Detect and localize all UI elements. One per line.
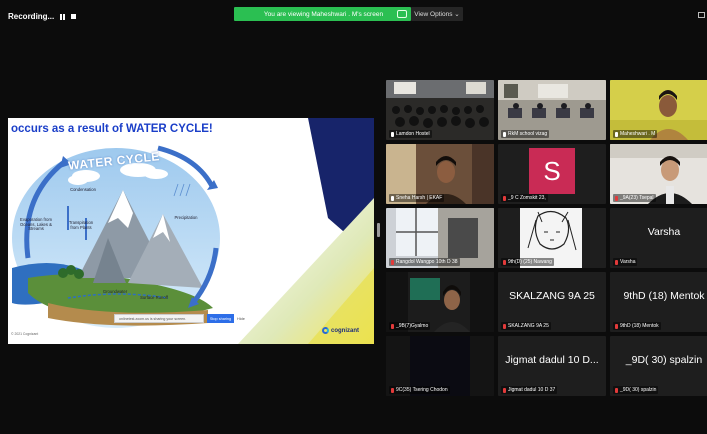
screen-share-banner: You are viewing Maheshwari . M's screen [234,7,411,21]
view-options-label: View Options ⌄ [414,11,460,18]
share-bar-text: onlinetest.zoom.us is sharing your scree… [119,316,187,321]
muted-microphone-icon [503,195,506,201]
muted-microphone-icon [615,387,618,393]
participant-avatar: S [529,148,575,194]
shared-screen-slide: occurs as a result of WATER CYCLE! WATER… [8,118,374,344]
muted-microphone-icon [615,259,618,265]
participant-name: 9th(D) (25) Nawang [501,258,554,266]
label-condensation: Condensation [70,187,96,192]
participant-name: Maheshwari . M [613,130,658,138]
participant-name: Rangdol Wangpo 10th D 38 [389,258,460,266]
participant-name: Jigmat dadul 10 D 37 [501,386,558,394]
participant-name: _9A(23) Tsepal [613,194,656,202]
label-groundwater: Groundwater [102,289,128,294]
hide-label: Hide [237,316,245,321]
recording-indicator[interactable]: Recording... [8,12,77,21]
participant-tile[interactable]: _9B(7)Gyalmo [386,272,494,332]
participant-name: Lamdon Hostel [389,130,432,138]
pause-recording-icon[interactable] [60,13,66,20]
participant-tile[interactable]: SKALZANG 9A 25 SKALZANG 9A 25 [498,272,606,332]
participant-tile[interactable]: _9D( 30) spalzin _9D( 30) spalzin [610,336,707,396]
muted-microphone-icon [615,195,618,201]
participant-display-name: Varsha [647,226,681,238]
shield-icon [397,10,407,18]
banner-text: You are viewing Maheshwari . M's screen [263,10,384,18]
muted-microphone-icon [615,323,618,329]
participant-name: SKALZANG 9A 25 [501,322,551,330]
participant-tile-active-speaker[interactable]: Maheshwari . M [610,80,707,140]
participant-name: RkM school vizag [501,130,550,138]
view-options-button[interactable]: View Options ⌄ [411,7,463,21]
stop-sharing-label: Stop sharing [209,316,232,321]
participant-tile[interactable]: RkM school vizag [498,80,606,140]
layout-icon[interactable] [698,12,705,18]
slide-heading: occurs as a result of WATER CYCLE! [11,123,213,135]
participant-name: Sneha Harsh | EKAF [389,194,445,202]
share-notification-bar: onlinetest.zoom.us is sharing your scree… [114,314,204,323]
participant-name: _9D( 30) spalzin [613,386,659,394]
participant-name: 9thD (18) Mentok [613,322,661,330]
participant-display-name: 9thD (18) Mentok [623,290,705,302]
brand-text: cognizant [331,327,359,334]
participant-display-name: Jigmat dadul 10 D... [505,354,599,366]
microphone-icon [615,131,618,137]
recording-label: Recording... [8,12,55,21]
label-surface-runoff: Surface Runoff [140,295,168,300]
muted-microphone-icon [391,323,394,329]
water-cycle-illustration [12,118,374,344]
label-evaporation: Evaporation from Oceans, Lakes & Streams [20,217,52,232]
participant-display-name: _9D( 30) spalzin [625,354,703,366]
muted-microphone-icon [503,387,506,393]
stop-recording-icon[interactable] [71,14,77,19]
muted-microphone-icon [391,387,394,393]
stop-sharing-button[interactable]: Stop sharing [207,314,234,323]
participant-tile[interactable]: Jigmat dadul 10 D... Jigmat dadul 10 D 3… [498,336,606,396]
participant-tile[interactable]: _9A(23) Tsepal [610,144,707,204]
microphone-icon [391,195,394,201]
participant-name: _9B(7)Gyalmo [389,322,431,330]
cognizant-logo-icon [322,327,329,334]
participant-tile[interactable]: Varsha Varsha [610,208,707,268]
participant-display-name: SKALZANG 9A 25 [509,290,595,302]
participant-tile[interactable]: 9C(35) Tsering Chodon [386,336,494,396]
microphone-icon [503,131,506,137]
participant-tile[interactable]: Rangdol Wangpo 10th D 38 [386,208,494,268]
zoom-meeting-window: Recording... You are viewing Maheshwari … [0,0,707,434]
participant-name: Varsha [613,258,638,266]
muted-microphone-icon [503,323,506,329]
participant-tile[interactable]: 9thD (18) Mentok 9thD (18) Mentok [610,272,707,332]
muted-microphone-icon [503,259,506,265]
participant-name: _9 C Zomskit 23, [501,194,548,202]
split-view-handle[interactable] [377,223,380,237]
participant-tile[interactable]: 9th(D) (25) Nawang [498,208,606,268]
label-transpiration: Transpiration from Plants [68,220,94,230]
participant-tile[interactable]: Lamdon Hostel [386,80,494,140]
hide-button[interactable]: Hide [237,314,249,323]
participant-tile[interactable]: S _9 C Zomskit 23, [498,144,606,204]
participant-name: 9C(35) Tsering Chodon [389,386,450,394]
slide-copyright: © 2021 Cognizant [11,332,39,336]
label-precipitation: Precipitation [174,215,198,220]
participant-tile[interactable]: Sneha Harsh | EKAF [386,144,494,204]
cognizant-logo: cognizant [322,327,359,334]
microphone-icon [391,131,394,137]
muted-microphone-icon [391,259,394,265]
